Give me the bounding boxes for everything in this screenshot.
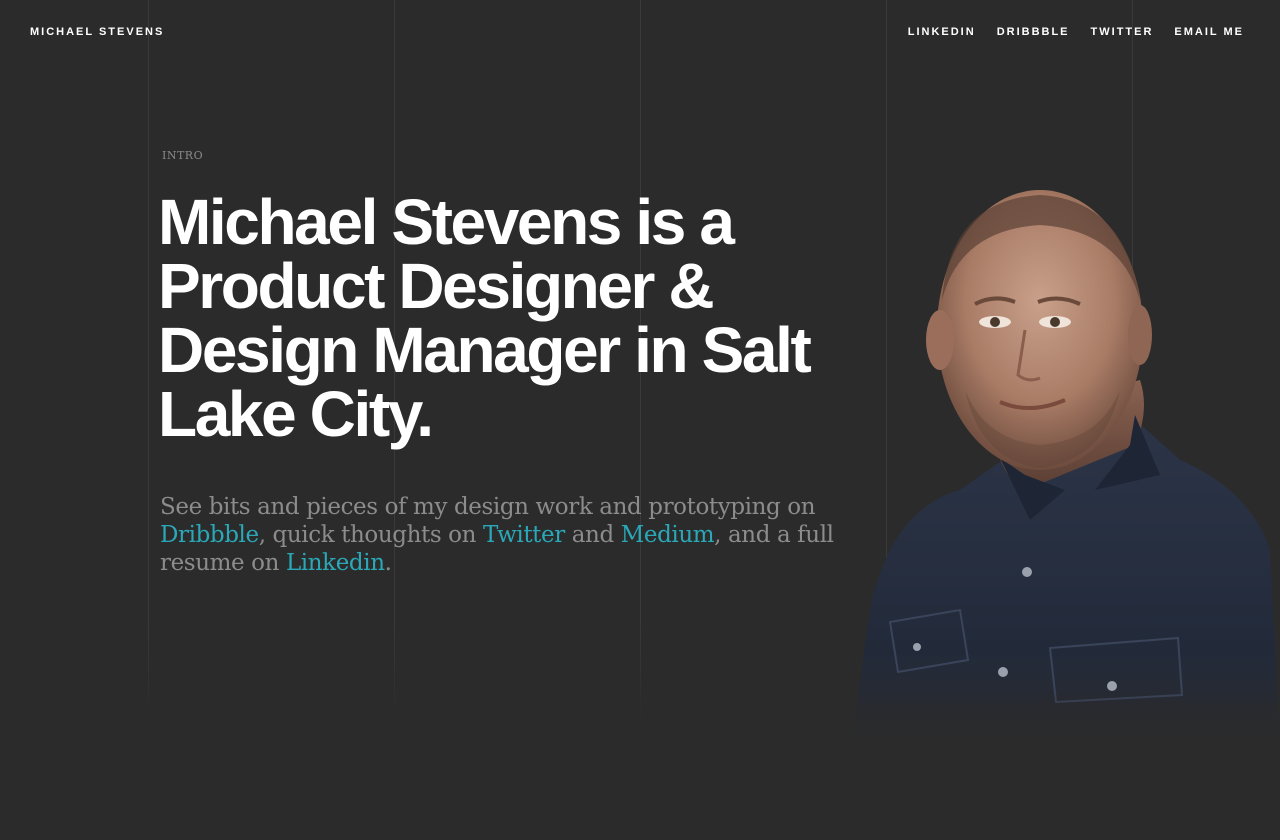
nav-dribbble-link[interactable]: DRIBBBLE <box>997 26 1070 38</box>
linkedin-link[interactable]: Linkedin <box>286 550 385 576</box>
lede-text: and <box>564 522 621 548</box>
dribbble-link[interactable]: Dribbble <box>160 522 259 548</box>
nav-email-link[interactable]: EMAIL ME <box>1174 26 1244 38</box>
brand-link[interactable]: MICHAEL STEVENS <box>30 26 164 38</box>
portrait-photo <box>850 190 1280 750</box>
medium-link[interactable]: Medium <box>621 522 715 548</box>
main-nav: LINKEDIN DRIBBBLE TWITTER EMAIL ME <box>908 26 1244 38</box>
lede-text: See bits and pieces of my design work an… <box>160 494 816 520</box>
lede-text: . <box>384 550 392 576</box>
bottom-fade <box>0 690 1280 750</box>
twitter-link[interactable]: Twitter <box>483 522 565 548</box>
intro-paragraph: See bits and pieces of my design work an… <box>160 493 860 577</box>
nav-twitter-link[interactable]: TWITTER <box>1091 26 1154 38</box>
nav-linkedin-link[interactable]: LINKEDIN <box>908 26 976 38</box>
hero-headline: Michael Stevens is a Product Designer & … <box>158 186 812 450</box>
section-label: INTRO <box>162 149 204 162</box>
lede-text: , quick thoughts on <box>258 522 483 548</box>
grid-line <box>148 0 149 730</box>
